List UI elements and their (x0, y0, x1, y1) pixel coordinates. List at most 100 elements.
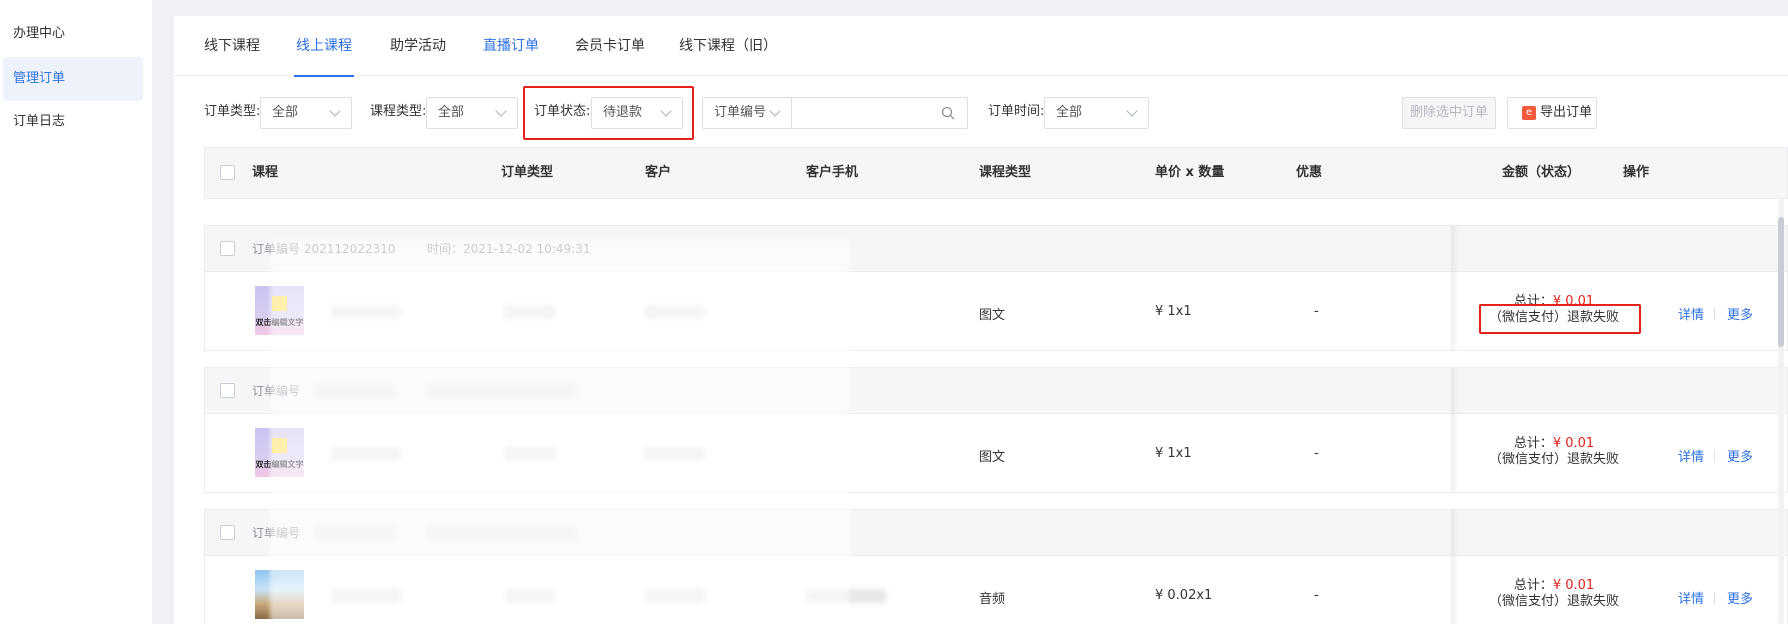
column-header-discount: 优惠 (1296, 165, 1323, 180)
thumbnail-text: 双击编辑文字 (255, 318, 304, 327)
fixed-column-shadow (1451, 510, 1459, 624)
price-qty-cell: ¥ 1x1 (1155, 304, 1192, 319)
amount-status-cell: 总计：¥ 0.01 （微信支付）退款失败 (1469, 436, 1639, 468)
course-type-cell: 图文 (979, 308, 1006, 323)
sidebar-item-label: 管理订单 (13, 71, 66, 86)
sidebar-item-order-log[interactable]: 订单日志 (3, 100, 143, 144)
discount-cell: - (1314, 588, 1319, 603)
order-status-select[interactable]: 待退款 (591, 97, 683, 129)
app-window: 办理中心 管理订单 订单日志 线下课程 线上课程 助学活动 直播订单 会员卡订单… (0, 0, 1788, 624)
order-checkbox[interactable] (220, 241, 235, 256)
blurred-order-number (315, 526, 395, 540)
order-number: 订单编号 202112022310 (252, 242, 396, 256)
export-orders-button[interactable]: e 导出订单 (1507, 97, 1597, 129)
blurred-customer (645, 305, 705, 319)
order-more-link[interactable]: 更多 (1727, 304, 1753, 323)
tab-membership-orders[interactable]: 会员卡订单 (575, 16, 645, 76)
order-checkbox[interactable] (220, 525, 235, 540)
tab-study-activity[interactable]: 助学活动 (390, 16, 446, 76)
link-separator (1714, 308, 1715, 320)
order-type-select[interactable]: 全部 (260, 97, 352, 129)
fixed-column-shadow (1451, 226, 1459, 350)
order-type-value: 全部 (272, 105, 299, 120)
sidebar-item-label: 订单日志 (13, 114, 66, 129)
blurred-order-type (505, 447, 555, 461)
tab-offline-course[interactable]: 线下课程 (204, 16, 260, 76)
export-orders-label: 导出订单 (1540, 105, 1593, 120)
search-icon[interactable] (941, 106, 955, 120)
order-detail-link[interactable]: 详情 (1678, 588, 1704, 607)
order-status-label: 订单状态: (534, 104, 591, 119)
refund-status: （微信支付）退款失败 (1488, 310, 1619, 325)
sidebar-item-manage-orders[interactable]: 管理订单 (3, 57, 143, 101)
tab-offline-course-old[interactable]: 线下课程（旧） (679, 16, 777, 76)
order-header: 订单编号 202112022310 时间：2021-12-02 10:49:31 (205, 226, 1787, 272)
refund-status: （微信支付）退款失败 (1488, 452, 1619, 467)
order-detail-link[interactable]: 详情 (1678, 304, 1704, 323)
blurred-course-name (331, 589, 401, 603)
chevron-down-icon (329, 105, 341, 117)
order-detail-link[interactable]: 详情 (1678, 446, 1704, 465)
blurred-order-time (427, 526, 577, 540)
course-type-select[interactable]: 全部 (426, 97, 518, 129)
amount-status-cell: 总计：¥ 0.01 （微信支付）退款失败 (1469, 578, 1639, 610)
main-panel: 线下课程 线上课程 助学活动 直播订单 会员卡订单 线下课程（旧） 订单类型: … (174, 16, 1788, 624)
course-thumbnail[interactable]: 双击编辑文字 (255, 286, 304, 335)
course-type-label: 课程类型: (370, 104, 427, 119)
select-all-checkbox[interactable] (220, 165, 235, 180)
order-header: 订单编号 (205, 368, 1787, 414)
order-header: 订单编号 (205, 510, 1787, 556)
chevron-down-icon (769, 105, 781, 117)
total-value: ¥ 0.01 (1552, 436, 1595, 451)
total-label: 总计： (1513, 578, 1553, 593)
order-time-value: 全部 (1056, 105, 1083, 120)
thumbnail-square (272, 438, 287, 453)
price-qty-cell: ¥ 1x1 (1155, 446, 1192, 461)
blurred-phone (806, 589, 886, 603)
scrollbar-thumb[interactable] (1778, 217, 1784, 347)
fixed-column-shadow (1451, 368, 1459, 492)
total-label: 总计： (1513, 294, 1553, 309)
link-separator (1714, 592, 1715, 604)
order-status-value: 待退款 (603, 105, 643, 120)
order-checkbox[interactable] (220, 383, 235, 398)
tab-online-course[interactable]: 线上课程 (294, 16, 354, 77)
course-thumbnail-beach[interactable] (255, 570, 304, 619)
course-type-cell: 图文 (979, 450, 1006, 465)
order-no-search-input[interactable] (792, 97, 968, 129)
thumbnail-square (272, 296, 287, 311)
order-time: 时间：2021-12-02 10:49:31 (427, 242, 591, 256)
total-line: 总计：¥ 0.01 (1469, 436, 1639, 452)
order-no-field-select[interactable]: 订单编号 (702, 97, 792, 129)
refund-status: （微信支付）退款失败 (1488, 594, 1619, 609)
blurred-order-time (427, 384, 577, 398)
chevron-down-icon (1126, 105, 1138, 117)
tab-live-orders[interactable]: 直播订单 (483, 16, 539, 76)
sidebar: 办理中心 管理订单 订单日志 (0, 0, 152, 624)
amount-status-cell: 总计：¥ 0.01 （微信支付）退款失败 (1469, 294, 1639, 326)
vertical-scrollbar[interactable] (1778, 197, 1784, 624)
blurred-order-number (315, 384, 395, 398)
column-header-customer: 客户 (645, 165, 672, 180)
course-thumbnail[interactable]: 双击编辑文字 (255, 428, 304, 477)
course-type-value: 全部 (438, 105, 465, 120)
price-qty-cell: ¥ 0.02x1 (1155, 588, 1213, 603)
excel-icon: e (1522, 106, 1536, 120)
column-header-course: 课程 (252, 165, 279, 180)
discount-cell: - (1314, 446, 1319, 461)
order-time-select[interactable]: 全部 (1044, 97, 1149, 129)
delete-selected-orders-button[interactable]: 删除选中订单 (1402, 97, 1496, 129)
order-number: 订单编号 (252, 384, 301, 398)
column-header-course-type: 课程类型 (979, 165, 1032, 180)
blurred-course-name (331, 447, 401, 461)
tab-bar: 线下课程 线上课程 助学活动 直播订单 会员卡订单 线下课程（旧） (174, 16, 1788, 77)
total-label: 总计： (1513, 436, 1553, 451)
order-more-link[interactable]: 更多 (1727, 446, 1753, 465)
sidebar-item-service-center[interactable]: 办理中心 (3, 12, 143, 56)
course-type-cell: 音频 (979, 592, 1006, 607)
total-value: ¥ 0.01 (1552, 578, 1595, 593)
table-row: 订单编号 双击编辑文字 图文 ¥ 1x1 - 总计：¥ 0.01 （微信支付）退… (204, 367, 1788, 493)
column-header-amount-status: 金额（状态） (1502, 165, 1581, 180)
order-more-link[interactable]: 更多 (1727, 588, 1753, 607)
column-header-price-qty: 单价 x 数量 (1155, 165, 1225, 180)
